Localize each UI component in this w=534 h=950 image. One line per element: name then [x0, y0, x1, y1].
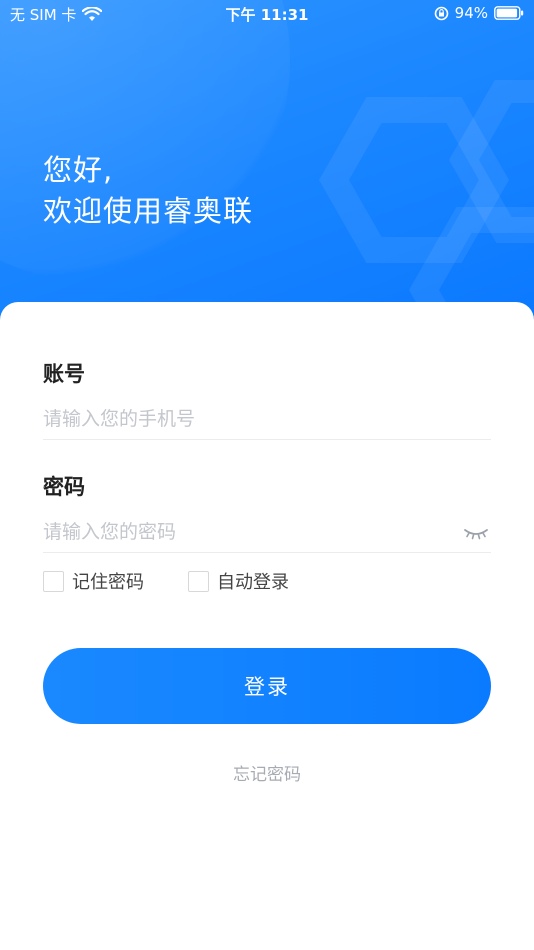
checkbox-box[interactable]	[43, 570, 64, 592]
password-field-container	[43, 511, 491, 553]
forgot-password-link[interactable]: 忘记密码	[0, 760, 534, 785]
login-screen: 无 SIM 卡 下午 11:31 94% 您好, 欢迎使用睿奥联 账号 请输入您…	[0, 0, 534, 950]
decorative-circle	[0, 0, 290, 280]
battery-icon	[494, 6, 524, 20]
welcome-greeting: 您好, 欢迎使用睿奥联	[43, 150, 253, 232]
status-bar: 无 SIM 卡 下午 11:31 94%	[0, 0, 534, 28]
hexagon-pattern-decoration	[319, 80, 534, 340]
battery-percent: 94%	[454, 4, 488, 22]
auto-login-checkbox[interactable]: 自动登录	[188, 568, 289, 594]
password-input[interactable]	[43, 520, 491, 543]
account-field-container	[43, 398, 491, 440]
auto-login-label: 自动登录	[217, 572, 289, 593]
account-label: 账号	[43, 362, 85, 386]
greeting-line-1: 您好,	[43, 153, 114, 187]
checkbox-box[interactable]	[188, 570, 209, 592]
password-label: 密码	[43, 475, 85, 499]
phone-input[interactable]	[43, 407, 491, 430]
remember-password-label: 记住密码	[72, 572, 144, 593]
eye-closed-icon[interactable]	[463, 525, 489, 541]
login-options: 记住密码 自动登录	[43, 568, 333, 594]
remember-password-checkbox[interactable]: 记住密码	[43, 568, 144, 594]
orientation-lock-icon	[434, 6, 448, 20]
login-button[interactable]: 登录	[43, 648, 491, 724]
greeting-line-2: 欢迎使用睿奥联	[43, 194, 254, 228]
